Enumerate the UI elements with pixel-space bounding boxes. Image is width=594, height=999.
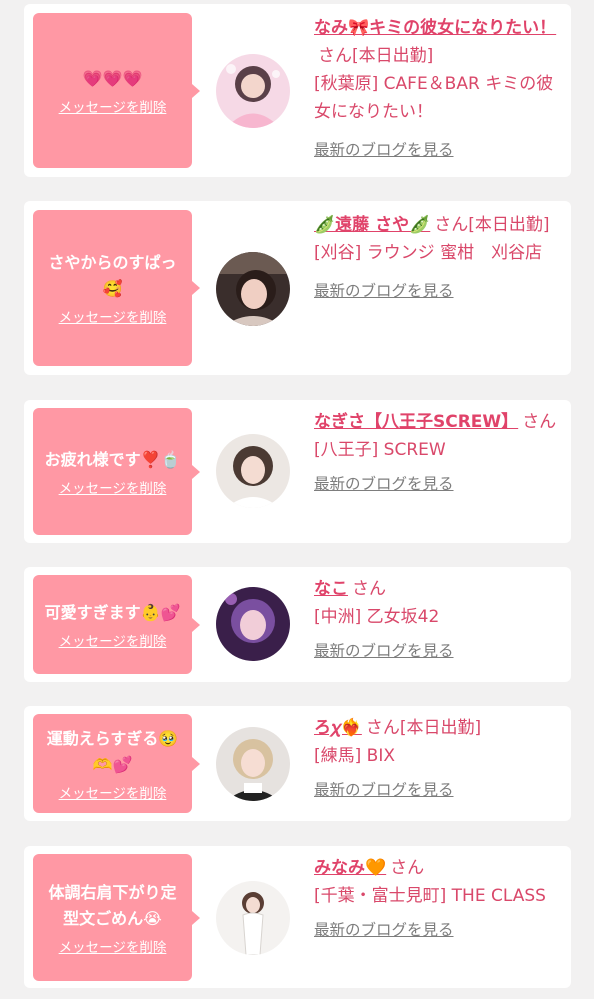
shop-info: [中洲] 乙女坂42 — [314, 607, 440, 627]
message-bubble: 可愛すぎます👶💕 メッセージを削除 — [33, 575, 200, 674]
cast-name-link[interactable]: 🫛遠藤 さや🫛 — [314, 215, 430, 235]
honorific: さん — [434, 215, 469, 235]
status-badge: [本日出勤] — [399, 718, 482, 738]
message-text: お疲れ様です❣️🍵 — [44, 449, 181, 469]
cast-info: なこ さん [中洲] 乙女坂42 最新のブログを見る — [314, 575, 561, 661]
shop-info: [秋葉原] CAFE＆BAR キミの彼女になりたい！ — [314, 74, 554, 122]
honorific: さん — [318, 46, 352, 66]
message-bubble: 💗💗💗 メッセージを削除 — [33, 13, 200, 168]
message-text: 体調右肩下がり定型文ごめん😭 — [48, 882, 177, 928]
cast-name-link[interactable]: なこ — [314, 579, 348, 599]
cast-info: なみ🎀キミの彼女になりたい！ さん[本日出勤] [秋葉原] CAFE＆BAR キミ… — [314, 14, 561, 160]
avatar[interactable] — [216, 727, 290, 801]
cast-name-link[interactable]: なみ🎀キミの彼女になりたい！ — [314, 18, 556, 38]
honorific: さん — [365, 718, 400, 738]
honorific: さん — [352, 579, 386, 599]
latest-blog-link[interactable]: 最新のブログを見る — [314, 778, 454, 800]
message-card: 可愛すぎます👶💕 メッセージを削除 なこ さん [中洲] 乙女坂42 最新のブログ… — [24, 567, 571, 682]
message-card: 運動えらすぎる🥹🫶💕 メッセージを削除 ろ𝜒❤️‍🔥 さん[本日出勤] [練馬] … — [24, 706, 571, 821]
cast-info: なぎさ【八王子SCREW】 さん [八王子] SCREW 最新のブログを見る — [314, 408, 561, 494]
cast-info: 🫛遠藤 さや🫛 さん[本日出勤] [刈谷] ラウンジ 蜜柑 刈谷店 最新のブログを… — [314, 211, 561, 301]
message-text: 可愛すぎます👶💕 — [44, 602, 181, 622]
honorific: さん — [522, 412, 557, 432]
message-card: 体調右肩下がり定型文ごめん😭 メッセージを削除 みなみ🧡 さん [千葉・富士見町]… — [24, 846, 571, 988]
delete-message-link[interactable]: メッセージを削除 — [59, 936, 167, 956]
latest-blog-link[interactable]: 最新のブログを見る — [314, 138, 454, 160]
message-bubble: お疲れ様です❣️🍵 メッセージを削除 — [33, 408, 200, 535]
shop-info: [練馬] BIX — [314, 746, 395, 766]
latest-blog-link[interactable]: 最新のブログを見る — [314, 918, 454, 940]
cast-name-link[interactable]: ろ𝜒❤️‍🔥 — [314, 718, 362, 738]
latest-blog-link[interactable]: 最新のブログを見る — [314, 279, 454, 301]
message-bubble: 体調右肩下がり定型文ごめん😭 メッセージを削除 — [33, 854, 200, 981]
status-badge: [本日出勤] — [352, 46, 434, 66]
cast-name-link[interactable]: みなみ🧡 — [314, 858, 386, 878]
delete-message-link[interactable]: メッセージを削除 — [59, 782, 167, 802]
avatar[interactable] — [216, 881, 290, 955]
status-badge: [本日出勤] — [468, 215, 550, 235]
message-text: 運動えらすぎる🥹🫶💕 — [46, 728, 179, 774]
message-bubble: 運動えらすぎる🥹🫶💕 メッセージを削除 — [33, 714, 200, 813]
delete-message-link[interactable]: メッセージを削除 — [59, 477, 167, 497]
shop-info: [千葉・富士見町] THE CLASS — [314, 886, 546, 906]
name-line: 🫛遠藤 さや🫛 さん[本日出勤] — [314, 211, 561, 239]
avatar[interactable] — [216, 252, 290, 326]
message-card: さやからのすぱっ🥰 メッセージを削除 🫛遠藤 さや🫛 さん[本日出勤] [刈谷] … — [24, 201, 571, 375]
message-bubble: さやからのすぱっ🥰 メッセージを削除 — [33, 210, 200, 366]
cast-info: みなみ🧡 さん [千葉・富士見町] THE CLASS 最新のブログを見る — [314, 854, 561, 940]
name-line: なぎさ【八王子SCREW】 さん — [314, 408, 561, 436]
message-card: お疲れ様です❣️🍵 メッセージを削除 なぎさ【八王子SCREW】 さん [八王子]… — [24, 400, 571, 543]
delete-message-link[interactable]: メッセージを削除 — [59, 630, 167, 650]
avatar[interactable] — [216, 434, 290, 508]
cast-info: ろ𝜒❤️‍🔥 さん[本日出勤] [練馬] BIX 最新のブログを見る — [314, 714, 561, 800]
message-card: 💗💗💗 メッセージを削除 なみ🎀キミの彼女になりたい！ さん[本日出勤] [秋葉原… — [24, 4, 571, 177]
shop-info: [刈谷] ラウンジ 蜜柑 刈谷店 — [314, 243, 543, 263]
cast-name-link[interactable]: なぎさ【八王子SCREW】 — [314, 412, 518, 432]
name-line: なこ さん — [314, 575, 561, 603]
honorific: さん — [390, 858, 425, 878]
message-text: さやからのすぱっ🥰 — [48, 253, 177, 298]
name-line: みなみ🧡 さん — [314, 854, 561, 882]
message-text: 💗💗💗 — [82, 68, 143, 88]
latest-blog-link[interactable]: 最新のブログを見る — [314, 639, 454, 661]
avatar[interactable] — [216, 587, 290, 661]
name-line: なみ🎀キミの彼女になりたい！ さん[本日出勤] — [314, 14, 561, 70]
avatar[interactable] — [216, 54, 290, 128]
shop-info: [八王子] SCREW — [314, 440, 446, 460]
delete-message-link[interactable]: メッセージを削除 — [59, 306, 167, 326]
name-line: ろ𝜒❤️‍🔥 さん[本日出勤] — [314, 714, 561, 742]
delete-message-link[interactable]: メッセージを削除 — [59, 96, 167, 116]
latest-blog-link[interactable]: 最新のブログを見る — [314, 472, 454, 494]
